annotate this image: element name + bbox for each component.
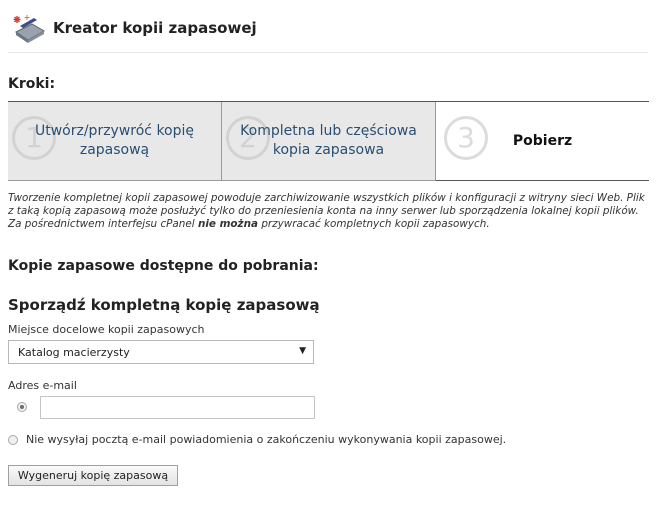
destination-label: Miejsce docelowe kopii zapasowych: [8, 323, 205, 336]
email-radio[interactable]: [17, 402, 27, 412]
step-label: Pobierz: [512, 132, 573, 149]
generate-backup-button[interactable]: Wygeneruj kopię zapasową: [8, 465, 178, 486]
dropdown-arrow-icon: ▼: [299, 346, 306, 356]
steps-bar: 1 Utwórz/przywróć kopię zapasową 2 Kompl…: [8, 101, 649, 181]
info-text: Tworzenie kompletnej kopii zapasowej pow…: [8, 192, 648, 231]
step-download[interactable]: 3 Pobierz: [436, 102, 649, 181]
page-title: Kreator kopii zapasowej: [53, 19, 257, 37]
full-backup-heading: Sporządź kompletną kopię zapasową: [8, 296, 320, 314]
backup-wizard-icon: [13, 15, 46, 43]
page-header: Kreator kopii zapasowej: [8, 10, 648, 53]
no-email-label: Nie wysyłaj pocztą e-mail powiadomienia …: [26, 433, 507, 446]
step-create-restore[interactable]: 1 Utwórz/przywróć kopię zapasową: [8, 102, 222, 181]
step-full-or-partial[interactable]: 2 Kompletna lub częściowa kopia zapasowa: [222, 102, 436, 181]
destination-select[interactable]: Katalog macierzysty ▼: [8, 340, 314, 364]
available-backups-heading: Kopie zapasowe dostępne do pobrania:: [8, 258, 319, 274]
no-email-radio[interactable]: [8, 435, 18, 445]
email-label: Adres e-mail: [8, 379, 77, 392]
info-text-end: przywracać kompletnych kopii zapasowych.: [258, 218, 490, 230]
step-label: Kompletna lub częściowa kopia zapasowa: [240, 123, 417, 158]
steps-heading: Kroki:: [8, 76, 56, 92]
destination-selected-value: Katalog macierzysty: [18, 346, 130, 359]
step-label: Utwórz/przywróć kopię zapasową: [34, 123, 195, 158]
email-field[interactable]: [40, 396, 315, 419]
info-text-emphasis: nie można: [197, 218, 259, 230]
